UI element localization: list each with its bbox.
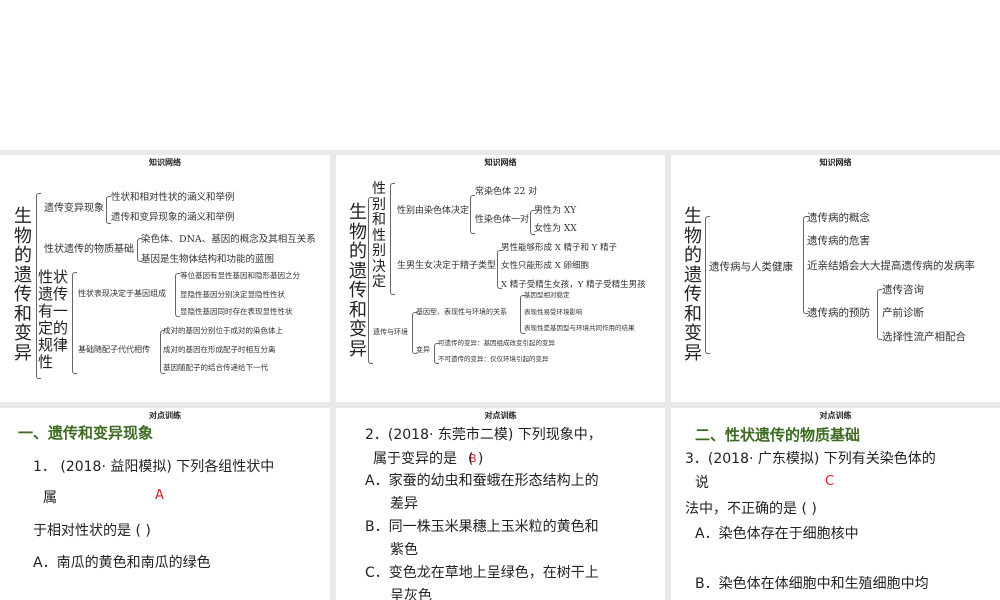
question-text: 法中，不正确的是 ( ): [685, 501, 817, 517]
bracket: [390, 183, 395, 295]
question-text: 1． (2018· 益阳模拟) 下列各组性状中: [33, 459, 275, 475]
branch-label: 遗传病与人类健康: [709, 261, 793, 273]
branch-label: 基础随配子代代相传: [78, 345, 150, 354]
branch-label: 性状遗传的物质基础: [44, 244, 134, 255]
option-c-cont: 呈灰色: [390, 588, 432, 600]
leaf-item: X 精子受精生女孩，Y 精子受精生男孩: [501, 280, 646, 290]
leaf-item: 男性为 XY: [534, 206, 577, 216]
question-text: 属于变异的是: [373, 451, 457, 467]
question-text: 3．(2018· 广东模拟) 下列有关染色体的: [685, 451, 936, 467]
branch-label: 基因型、表现性与环境的关系: [416, 308, 507, 316]
slide-title: 对点训练: [819, 410, 852, 420]
option-b: B．同一株玉米果穗上玉米粒的黄色和: [365, 519, 599, 535]
option-a: A．家蚕的幼虫和蚕蛾在形态结构上的: [365, 473, 599, 489]
branch-label: 性别由染色体决定: [397, 206, 470, 216]
slide-title: 知识网络: [819, 157, 852, 167]
branch-label-vertical: 性别和性别决定: [372, 181, 386, 290]
branch-label-vertical: 性状遗传有一定的规律性: [38, 268, 69, 371]
branch-label: 遗传与环境: [373, 328, 408, 336]
bracket: [72, 272, 77, 374]
leaf-item: 近亲结婚会大大提高遗传病的发病率: [807, 260, 975, 272]
leaf-item: 可遗传的变异：基因组成改变引起的变异: [438, 339, 555, 347]
leaf-item: 遗传和变异现象的涵义和举例: [111, 212, 235, 223]
option-b-cont: 紫色: [390, 542, 418, 558]
root-topic: 生物的遗传和变异: [14, 206, 32, 364]
leaf-item: 显隐性基因分别决定显隐性性状: [180, 290, 285, 299]
leaf-item: 遗传咨询: [882, 284, 924, 296]
leaf-item: 表现性是基因型与环境共同作用的结果: [524, 324, 635, 332]
section-heading: 二、性状遗传的物质基础: [695, 426, 861, 444]
slide-thumbnail-1[interactable]: 知识网络 生物的遗传和变异 遗传变异现象 性状和相对性状的涵义和举例 遗传和变异…: [0, 155, 330, 402]
slide-thumbnail-4[interactable]: 对点训练 一、遗传和变异现象 1． (2018· 益阳模拟) 下列各组性状中 属…: [0, 408, 330, 600]
leaf-item: 显隐性基因同时存在表现显性性状: [180, 307, 293, 316]
root-topic: 生物的遗传和变异: [684, 206, 702, 364]
blank-header-area: [0, 0, 1000, 150]
question-text: 说: [695, 475, 709, 491]
bracket: [705, 216, 710, 354]
section-heading: 一、遗传和变异现象: [18, 424, 154, 442]
leaf-item: 遗传病的危害: [807, 235, 870, 247]
leaf-item: 成对的基因分别位于成对的染色体上: [163, 326, 283, 335]
answer-mark: A: [155, 488, 164, 503]
leaf-item: 成对的基因在形成配子时相互分离: [163, 345, 276, 354]
answer-mark: C: [825, 474, 835, 489]
branch-label: 性状表现决定于基因组成: [78, 289, 166, 298]
option-a-cont: 差异: [390, 496, 418, 512]
leaf-item: 基因是生物体结构和功能的蓝图: [141, 254, 275, 265]
slide-thumbnail-2[interactable]: 知识网络 生物的遗传和变异 性别和性别决定 性别由染色体决定 常染色体 22 对…: [336, 155, 665, 402]
leaf-item: 性染色体一对: [475, 215, 530, 225]
branch-label: 生男生女决定于精子类型: [397, 261, 497, 271]
option-a: A．南瓜的黄色和南瓜的绿色: [33, 555, 211, 571]
slide-thumbnail-5[interactable]: 对点训练 2．(2018· 东莞市二模) 下列现象中， 属于变异的是 B ( )…: [336, 408, 665, 600]
leaf-item: 女性为 XX: [534, 224, 577, 234]
option-c: C．变色龙在草地上呈绿色，在树干上: [365, 565, 599, 581]
slide-title: 知识网络: [484, 157, 517, 167]
option-a: A．染色体存在于细胞核中: [695, 526, 859, 542]
leaf-item: 染色体、DNA、基因的概念及其相互关系: [141, 234, 316, 245]
slide-thumbnail-6[interactable]: 对点训练 二、性状遗传的物质基础 3．(2018· 广东模拟) 下列有关染色体的…: [671, 408, 1000, 600]
slide-title: 对点训练: [484, 410, 517, 420]
question-text: 于相对性状的是 ( ): [33, 523, 151, 539]
leaf-item: 遗传病的预防: [807, 307, 870, 319]
question-text: 属: [43, 490, 57, 506]
leaf-item: 男性能够形成 X 精子和 Y 精子: [501, 243, 617, 253]
slide-thumbnail-3[interactable]: 知识网络 生物的遗传和变异 遗传病与人类健康 遗传病的概念 遗传病的危害 近亲结…: [671, 155, 1000, 402]
answer-blank: ( ): [468, 451, 484, 467]
option-b: B．染色体在体细胞中和生殖细胞中均: [695, 576, 929, 592]
leaf-item: 等位基因有显性基因和隐形基因之分: [180, 271, 300, 280]
leaf-item: 基因型相对稳定: [524, 291, 570, 299]
leaf-item: 女性只能形成 X 卵细胞: [501, 261, 589, 271]
branch-label: 遗传变异现象: [44, 203, 104, 214]
leaf-item: 基因随配子的结合传递给下一代: [163, 363, 268, 372]
leaf-item: 常染色体 22 对: [475, 187, 538, 197]
slide-title: 对点训练: [149, 410, 181, 420]
branch-label: 变异: [416, 346, 430, 354]
question-text: 2．(2018· 东莞市二模) 下列现象中，: [365, 427, 602, 443]
leaf-item: 不可遗传的变异：仅仅环境引起的变异: [438, 355, 549, 363]
leaf-item: 选择性流产相配合: [882, 331, 966, 343]
leaf-item: 产前诊断: [882, 307, 924, 319]
leaf-item: 性状和相对性状的涵义和举例: [111, 192, 235, 203]
leaf-item: 遗传病的概念: [807, 212, 870, 224]
slide-title: 知识网络: [149, 157, 181, 167]
root-topic: 生物的遗传和变异: [349, 202, 367, 360]
leaf-item: 表现性易受环境影响: [524, 308, 583, 316]
